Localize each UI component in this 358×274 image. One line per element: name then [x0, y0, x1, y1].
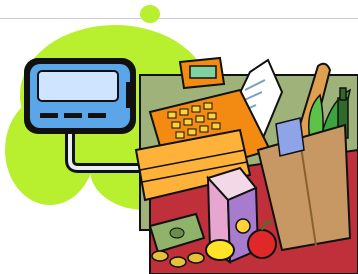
clipart-canvas: [5, 5, 358, 274]
box-icon: [275, 117, 305, 157]
grocery-checkout-illustration: [0, 0, 358, 274]
lemon-icon: [205, 239, 235, 261]
